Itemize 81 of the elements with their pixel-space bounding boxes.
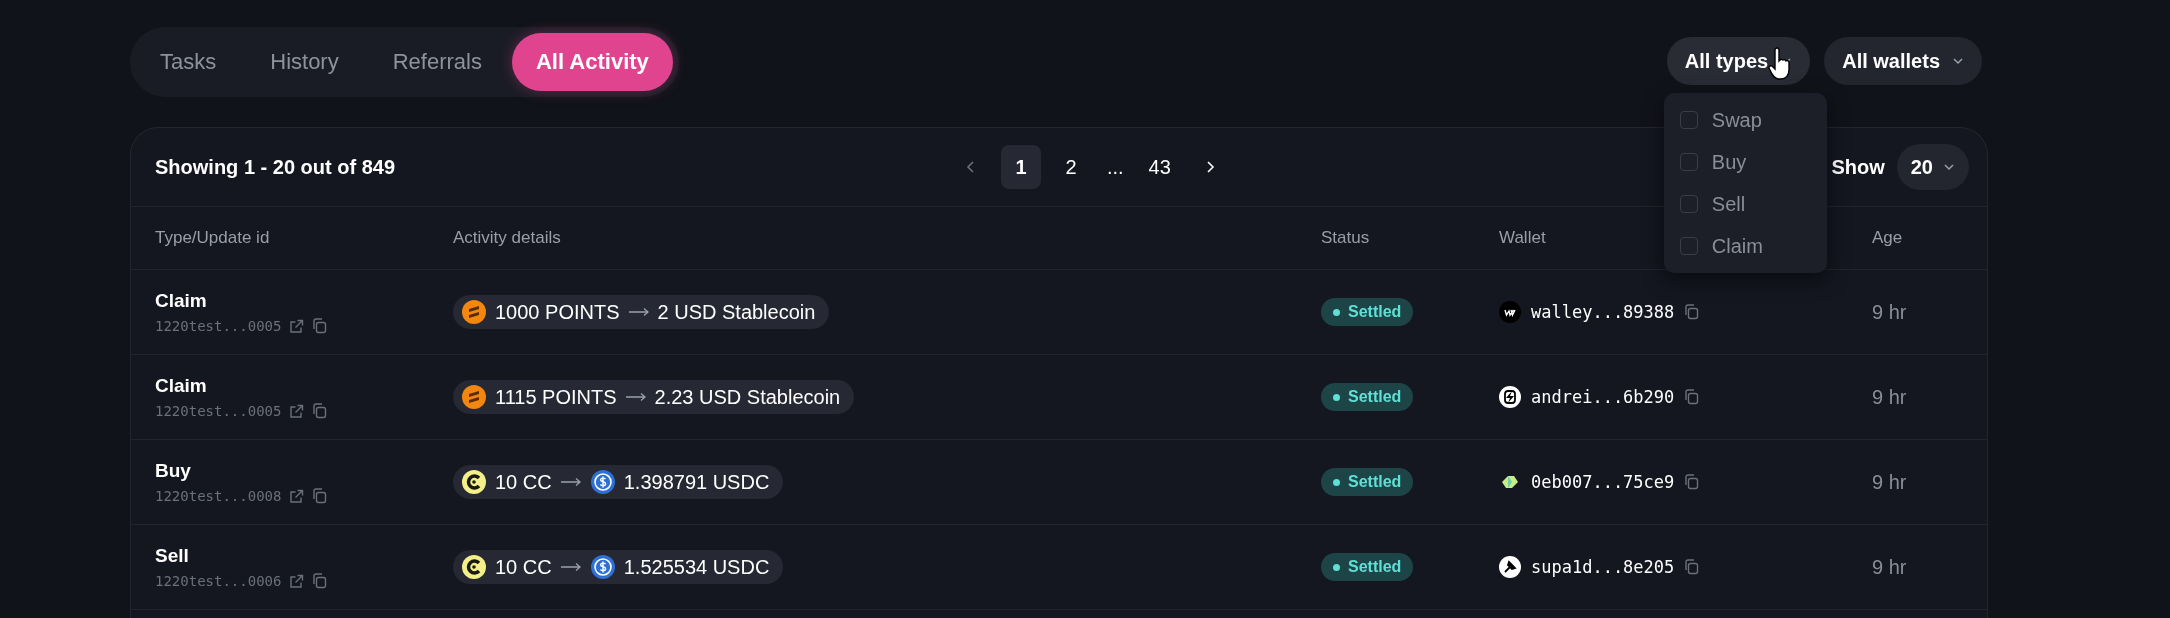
copy-icon[interactable] — [1684, 304, 1700, 320]
checkbox[interactable] — [1679, 153, 1698, 171]
page-button[interactable]: 2 — [1051, 145, 1091, 189]
checkbox[interactable] — [1679, 111, 1698, 129]
status-badge: Settled — [1321, 468, 1414, 496]
copy-icon[interactable] — [1684, 559, 1700, 575]
copy-icon[interactable] — [312, 573, 328, 589]
column-header: Status — [1321, 228, 1370, 248]
amount: 1115 POINTS — [495, 385, 617, 409]
amount: 1.525534 USDC — [623, 555, 770, 579]
wallet-address: supa1d...8e205 — [1531, 557, 1675, 577]
age: 9 hr — [1872, 300, 1908, 324]
page-button[interactable]: 1 — [1001, 145, 1041, 189]
arrow-icon — [559, 477, 582, 487]
dollar-coin-icon — [589, 554, 616, 580]
tab[interactable]: Tasks — [136, 33, 241, 91]
chevron-down-icon — [1943, 163, 1955, 171]
amount: 2 USD Stablecoin — [657, 300, 816, 324]
age: 9 hr — [1872, 555, 1908, 579]
copy-icon[interactable] — [1684, 474, 1700, 490]
menu-option[interactable]: Buy — [1663, 141, 1827, 183]
amount: 10 CC — [495, 470, 552, 494]
column-header: Activity details — [453, 228, 561, 248]
dollar-coin-icon — [589, 469, 616, 495]
update-id: 1220test...0005 — [155, 318, 282, 334]
filter-dropdown[interactable]: All types — [1666, 37, 1811, 85]
external-link-icon[interactable] — [289, 488, 305, 504]
age: 9 hr — [1872, 470, 1908, 494]
tab[interactable]: All Activity — [511, 33, 673, 91]
show-label: Show — [1831, 155, 1885, 179]
coin-icon — [461, 384, 487, 410]
amount: 2.23 USD Stablecoin — [654, 385, 841, 409]
column-header: Type/Update id — [155, 228, 270, 248]
copy-icon[interactable] — [312, 403, 328, 419]
update-id: 1220test...0005 — [155, 403, 282, 419]
arrow-icon — [624, 392, 647, 402]
tab[interactable]: Referrals — [368, 33, 506, 91]
activity-type: Sell — [155, 545, 190, 567]
arrow-icon — [559, 562, 582, 572]
external-link-icon[interactable] — [289, 573, 305, 589]
amount: 1.398791 USDC — [623, 470, 770, 494]
copy-icon[interactable] — [312, 488, 328, 504]
amount: 1000 POINTS — [495, 300, 620, 324]
c-coin-icon — [461, 554, 487, 580]
filter-dropdown[interactable]: All wallets — [1824, 37, 1982, 85]
activity-type: Claim — [155, 290, 208, 312]
column-header: Age — [1872, 228, 1903, 248]
wallet-avatar-icon — [1499, 556, 1521, 578]
wallet-address: 0eb007...75ce9 — [1531, 472, 1675, 492]
amount: 10 CC — [495, 555, 552, 579]
column-header: Wallet — [1499, 228, 1546, 248]
coin-icon — [461, 299, 487, 325]
menu-option[interactable]: Swap — [1663, 99, 1827, 141]
arrow-icon — [627, 307, 650, 317]
menu-option[interactable]: Sell — [1663, 183, 1827, 225]
wallet-address: walley...89388 — [1531, 302, 1675, 322]
activity-type: Claim — [155, 375, 208, 397]
checkbox[interactable] — [1679, 237, 1698, 255]
update-id: 1220test...0008 — [155, 488, 282, 504]
wallet-avatar-icon — [1499, 301, 1521, 323]
status-badge: Settled — [1321, 298, 1414, 326]
status-badge: Settled — [1321, 553, 1414, 581]
wallet-avatar-icon — [1499, 386, 1521, 408]
ellipsis: ... — [1106, 155, 1125, 179]
results-count: Showing 1 - 20 out of 849 — [155, 155, 396, 179]
wallet-address: andrei...6b290 — [1531, 387, 1675, 407]
chevron-down-icon — [1952, 57, 1964, 65]
external-link-icon[interactable] — [289, 403, 305, 419]
page-button[interactable]: 43 — [1139, 145, 1180, 189]
c-coin-icon — [461, 469, 487, 495]
update-id: 1220test...0006 — [155, 573, 282, 589]
status-badge: Settled — [1321, 383, 1414, 411]
external-link-icon[interactable] — [289, 318, 305, 334]
menu-option[interactable]: Claim — [1663, 225, 1827, 267]
copy-icon[interactable] — [1684, 389, 1700, 405]
activity-type: Buy — [155, 460, 192, 482]
checkbox[interactable] — [1679, 195, 1698, 213]
copy-icon[interactable] — [312, 318, 328, 334]
age: 9 hr — [1872, 385, 1908, 409]
tab[interactable]: History — [246, 33, 363, 91]
page-size-select[interactable]: 20 — [1896, 144, 1969, 190]
